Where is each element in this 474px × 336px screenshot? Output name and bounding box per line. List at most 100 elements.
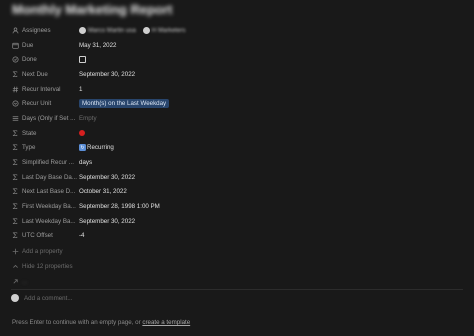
property-row-recur-interval[interactable]: Recur Interval 1: [11, 82, 461, 97]
property-value[interactable]: September 30, 2022: [79, 174, 135, 181]
property-label[interactable]: Σ State: [11, 129, 79, 137]
formula-icon: Σ: [12, 158, 18, 167]
property-value-text: September 28, 1998 1:00 PM: [79, 203, 160, 211]
property-label-text: State: [22, 129, 37, 137]
property-row-last-weekday-base[interactable]: Σ Last Weekday Ba... September 30, 2022: [11, 214, 461, 229]
avatar: [142, 26, 150, 34]
property-label[interactable]: Done: [11, 56, 79, 64]
divider: [11, 289, 463, 290]
property-label[interactable]: Recur Interval: [11, 85, 79, 93]
property-row-simplified-recur[interactable]: Σ Simplified Recur ... days: [11, 155, 461, 170]
assignee-name: H Marketers: [151, 26, 186, 34]
property-label[interactable]: Σ Next Last Base D...: [11, 188, 79, 196]
add-property-button[interactable]: Add a property: [11, 244, 211, 259]
property-row-type[interactable]: Σ Type ↻ Recurring: [11, 141, 461, 156]
property-label-text: Due: [22, 41, 34, 49]
property-label[interactable]: Assignees: [11, 26, 79, 34]
property-row-utc-offset[interactable]: Σ UTC Offset -4: [11, 229, 461, 244]
formula-icon: Σ: [12, 129, 18, 138]
property-label-text: Type: [22, 144, 36, 152]
property-list: Assignees Marco Martin usa H Marketers Due M…: [11, 23, 461, 243]
property-value[interactable]: September 28, 1998 1:00 PM: [79, 203, 160, 210]
property-label-text: Done: [22, 56, 37, 64]
property-label[interactable]: Σ UTC Offset: [11, 232, 79, 240]
property-label-text: Simplified Recur ...: [22, 159, 74, 167]
property-value-text: October 31, 2022: [79, 188, 127, 196]
property-row-done[interactable]: Done: [11, 52, 461, 67]
property-value[interactable]: May 31, 2022: [79, 42, 117, 49]
avatar: [79, 26, 86, 34]
property-value[interactable]: September 30, 2022: [79, 218, 135, 225]
comment-placeholder: Add a comment...: [24, 294, 73, 302]
property-row-recur-unit[interactable]: Recur Unit Month(s) on the Last Weekday: [11, 96, 461, 111]
property-label[interactable]: Days (Only if Set ...: [11, 114, 79, 122]
property-value-text: September 30, 2022: [79, 70, 136, 78]
plus-icon: [11, 248, 19, 256]
property-value[interactable]: Empty: [79, 115, 97, 122]
property-label[interactable]: Recur Unit: [11, 100, 79, 108]
property-label-text: UTC Offset: [22, 232, 53, 240]
property-label[interactable]: Σ Last Day Base Da...: [11, 173, 79, 181]
property-value[interactable]: Marco Martin usa H Marketers: [79, 26, 193, 34]
property-value[interactable]: September 30, 2022: [79, 71, 135, 78]
list-icon: [11, 114, 19, 122]
property-row-days[interactable]: Days (Only if Set ... Empty: [11, 111, 461, 126]
property-value-text: September 30, 2022: [79, 217, 136, 225]
property-row-state[interactable]: Σ State: [11, 126, 461, 141]
empty-page-hint: Press Enter to continue with an empty pa…: [12, 319, 190, 326]
property-actions: Add a property Hide 12 properties ...: [11, 244, 211, 289]
property-label[interactable]: Σ Next Due: [11, 70, 79, 78]
calendar-icon: [11, 41, 19, 49]
assignee-name: Marco Martin usa: [88, 26, 136, 34]
hide-properties-label: Hide 12 properties: [22, 263, 73, 270]
property-value-text: September 30, 2022: [79, 173, 136, 181]
property-value[interactable]: days: [79, 159, 92, 166]
property-value[interactable]: October 31, 2022: [79, 188, 127, 195]
property-label-text: Recur Unit: [22, 100, 52, 108]
hide-properties-button[interactable]: Hide 12 properties: [11, 259, 211, 274]
property-row-next-last-base[interactable]: Σ Next Last Base D... October 31, 2022: [11, 185, 461, 200]
property-row-next-due[interactable]: Σ Next Due September 30, 2022: [11, 67, 461, 82]
property-label-text: Next Due: [22, 70, 48, 78]
page-title[interactable]: Monthly Marketing Report: [12, 2, 172, 17]
property-row-last-day-base[interactable]: Σ Last Day Base Da... September 30, 2022: [11, 170, 461, 185]
property-label[interactable]: Σ Simplified Recur ...: [11, 159, 79, 167]
property-label[interactable]: Σ Last Weekday Ba...: [11, 217, 79, 225]
open-arrow-button[interactable]: ...: [11, 274, 211, 289]
repeat-icon: ↻: [79, 144, 86, 152]
property-value-text: May 31, 2022: [79, 41, 117, 49]
property-value[interactable]: Month(s) on the Last Weekday: [79, 99, 170, 109]
property-label-text: Days (Only if Set ...: [22, 114, 76, 122]
property-value[interactable]: ↻ Recurring: [79, 144, 114, 152]
property-label-text: Recur Interval: [22, 85, 61, 93]
create-template-link[interactable]: create a template: [142, 319, 190, 326]
property-label-text: Assignees: [22, 26, 51, 34]
assignee-chip[interactable]: H Marketers: [142, 26, 186, 34]
empty-placeholder: Empty: [79, 114, 97, 122]
property-value[interactable]: 1: [79, 86, 82, 93]
comment-box[interactable]: Add a comment...: [11, 294, 73, 302]
formula-icon: Σ: [12, 143, 18, 152]
property-value[interactable]: [79, 130, 85, 137]
select-tag[interactable]: Month(s) on the Last Weekday: [79, 99, 170, 109]
property-label[interactable]: Σ Type: [11, 144, 79, 152]
number-icon: [11, 85, 19, 93]
property-label[interactable]: Σ First Weekday Ba...: [11, 203, 79, 211]
property-label[interactable]: Due: [11, 41, 79, 49]
property-value-text: 1: [79, 85, 83, 93]
add-property-label: Add a property: [22, 248, 63, 255]
property-row-assignees[interactable]: Assignees Marco Martin usa H Marketers: [11, 23, 461, 38]
property-value-text: Recurring: [87, 144, 114, 152]
property-value-text: -4: [79, 232, 85, 240]
property-row-first-weekday-base[interactable]: Σ First Weekday Ba... September 28, 1998 1…: [11, 199, 461, 214]
formula-icon: Σ: [12, 173, 18, 182]
property-value[interactable]: -4: [79, 232, 85, 239]
assignee-chip[interactable]: Marco Martin usa: [79, 26, 136, 34]
property-label-text: Last Day Base Da...: [22, 173, 78, 181]
done-checkbox[interactable]: [79, 56, 86, 64]
chevron-up-icon: [11, 263, 19, 271]
property-value[interactable]: [79, 56, 86, 64]
formula-icon: Σ: [12, 202, 18, 211]
property-label-text: Next Last Base D...: [22, 188, 76, 196]
property-row-due[interactable]: Due May 31, 2022: [11, 38, 461, 53]
